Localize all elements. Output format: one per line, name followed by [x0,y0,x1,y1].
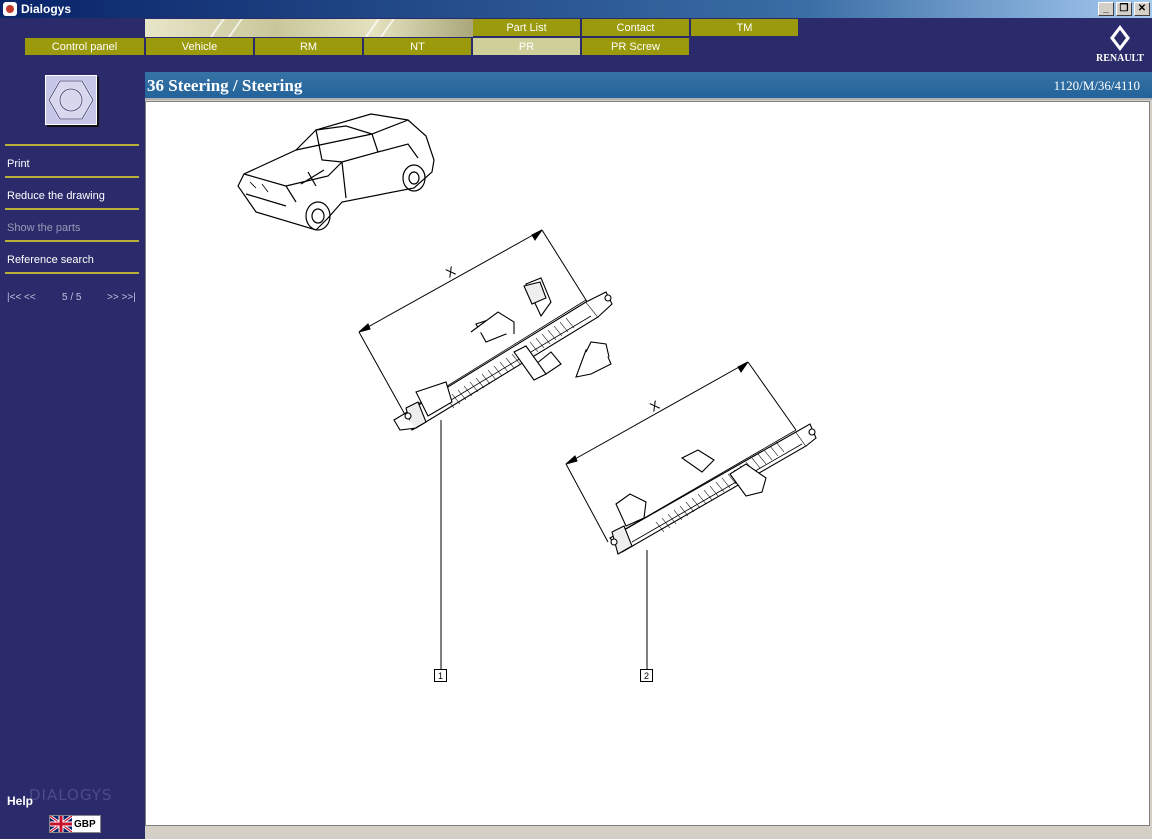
tab-vehicle[interactable]: Vehicle [146,38,254,56]
window-titlebar: Dialogys _ ❐ ✕ [0,0,1152,18]
tab-control-panel[interactable]: Control panel [25,38,145,56]
show-parts-link: Show the parts [7,222,81,234]
language-code: GBP [74,818,96,830]
tab-part-list[interactable]: Part List [473,19,581,37]
dialogys-watermark: DIALOGYS [29,786,113,804]
tab-pr-screw[interactable]: PR Screw [582,38,690,56]
bottom-strip [145,826,1152,839]
sidebar: Print Reduce the drawing Show the parts … [0,72,145,839]
separator [5,176,139,178]
renault-diamond-icon [1110,25,1130,51]
page-title: 36 Steering / Steering [147,76,303,95]
steering-rack-2 [609,423,817,555]
renault-logo: RENAULT [1094,24,1146,68]
separator [5,272,139,274]
separator [5,208,139,210]
minimize-button[interactable]: _ [1098,2,1114,16]
vehicle-outline-illustration [237,113,435,231]
reference-search-link[interactable]: Reference search [7,254,94,266]
app-icon [3,2,17,16]
help-link[interactable]: Help [7,794,33,808]
pager-first-prev[interactable]: |<< << [7,292,36,303]
pager-position: 5 / 5 [62,292,82,303]
drawing-canvas[interactable]: X X 1 2 [145,101,1150,826]
uk-flag-icon [50,816,72,832]
restore-button[interactable]: ❐ [1116,2,1132,16]
callout-2[interactable]: 2 [640,669,653,682]
separator [5,240,139,242]
nut-icon-button[interactable] [45,75,97,125]
callout-1[interactable]: 1 [434,669,447,682]
steering-rack-1 [393,277,613,431]
hex-nut-icon [48,80,94,120]
header-banner [145,19,473,37]
print-link[interactable]: Print [7,158,30,170]
close-button[interactable]: ✕ [1134,2,1150,16]
dimension-label-2: X [647,397,662,414]
tab-nt[interactable]: NT [364,38,472,56]
tab-pr[interactable]: PR [473,38,581,56]
tab-rm[interactable]: RM [255,38,363,56]
tab-contact[interactable]: Contact [582,19,690,37]
pager-next-last[interactable]: >> >>| [107,292,136,303]
reduce-drawing-link[interactable]: Reduce the drawing [7,190,105,202]
steering-drawing: X X [237,113,817,670]
window-title: Dialogys [21,2,72,16]
separator [5,144,139,146]
tab-tm[interactable]: TM [691,19,799,37]
header-bar: Part List Contact TM Control panel Vehic… [0,18,1152,72]
language-selector[interactable]: GBP [49,815,101,833]
renault-logo-text: RENAULT [1096,53,1144,64]
page-reference: 1120/M/36/4110 [1053,78,1140,93]
page-title-strip: 36 Steering / Steering 1120/M/36/4110 [145,72,1152,100]
